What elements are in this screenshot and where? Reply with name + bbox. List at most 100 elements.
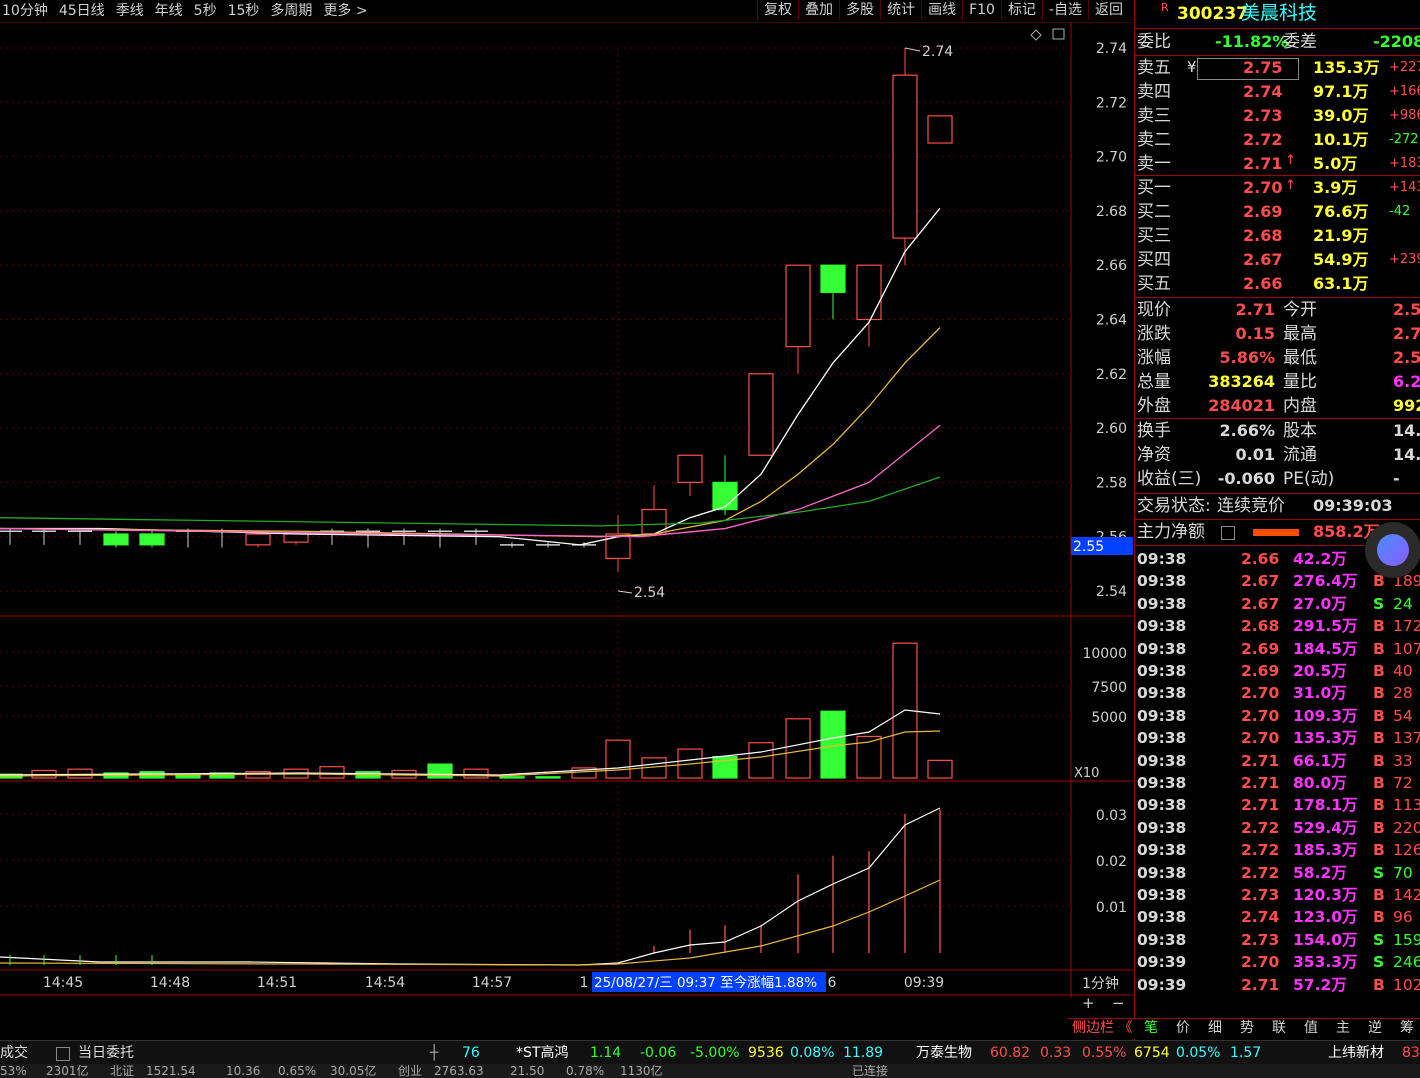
tick-row: 09:38 2.72 58.2万 S 70 <box>1135 862 1420 884</box>
tool-button-5[interactable]: F10 <box>962 0 1001 20</box>
ticker-name-2[interactable]: 万泰生物 <box>916 1043 972 1063</box>
tick-price: 2.70 <box>1241 706 1280 725</box>
period-tab-7[interactable]: 更多 > <box>323 1 367 21</box>
ticker-name-3[interactable]: 上纬新材 <box>1328 1043 1384 1063</box>
asks-row[interactable]: 卖三 2.73 39.0万 +986 <box>1135 104 1420 128</box>
sidebar-tab-2[interactable]: 细 <box>1208 1019 1222 1038</box>
tick-row: 09:38 2.73 154.0万 S 159 <box>1135 929 1420 951</box>
stock-name[interactable]: 美晨科技 <box>1241 1 1317 25</box>
bids-price: 2.66 <box>1243 274 1283 293</box>
tool-buttons: 复权 叠加 多股 统计 画线 F10 标记 -自选 返回 <box>757 0 1129 20</box>
quote-value: 284021 <box>1208 396 1275 415</box>
sidebar-tab-6[interactable]: 主 <box>1336 1019 1350 1038</box>
orders-tab[interactable]: 当日委托 <box>78 1043 134 1063</box>
tick-volume: 120.3万 <box>1293 886 1358 904</box>
tool-button-4[interactable]: 画线 <box>921 0 962 20</box>
bids-label: 买三 <box>1137 226 1171 246</box>
sidebar-tab-0[interactable]: 笔 <box>1144 1019 1158 1038</box>
asks-row[interactable]: 卖一 2.71 5.0万 +183 <box>1135 152 1420 176</box>
price-tick: 2.60 <box>1096 421 1127 437</box>
period-tab-2[interactable]: 季线 <box>116 1 144 21</box>
volume-bar <box>748 742 774 779</box>
tool-button-3[interactable]: 统计 <box>880 0 921 20</box>
bids-row[interactable]: 买三 2.68 21.9万 <box>1135 224 1420 248</box>
fundamentals-value: 0.01 <box>1235 445 1275 464</box>
period-tab-4[interactable]: 5秒 <box>194 1 217 21</box>
tick-volume: 529.4万 <box>1293 818 1358 837</box>
fundamentals-label: 收益(三) <box>1137 469 1202 489</box>
period-tab-0[interactable]: 10分钟 <box>2 1 48 21</box>
tick-side: S <box>1373 930 1385 949</box>
tool-button-2[interactable]: 多股 <box>839 0 880 20</box>
toggle-icon[interactable]: ┼ <box>430 1043 438 1063</box>
tool-button-7[interactable]: -自选 <box>1041 0 1088 20</box>
sidebar-tab-5[interactable]: 值 <box>1304 1019 1318 1038</box>
tick-time: 09:38 <box>1137 796 1187 815</box>
period-tab-1[interactable]: 45日线 <box>59 1 105 21</box>
kline-chart[interactable]: 2.74 2.54 2.74 2.72 2.70 2.68 2.66 2.64 2.62 2.6… <box>0 22 1133 1022</box>
tick-volume: 135.3万 <box>1293 729 1358 748</box>
asks-label: 卖三 <box>1137 106 1171 126</box>
sidebar-tabbar: 侧边栏 《 笔价细势联值主逆筹 <box>1068 1018 1420 1039</box>
volume-bar <box>785 718 811 779</box>
tick-price: 2.70 <box>1241 729 1280 748</box>
tick-time: 09:38 <box>1137 594 1187 613</box>
period-tab-3[interactable]: 年线 <box>155 1 183 21</box>
tick-price: 2.71 <box>1241 774 1280 792</box>
quote-value: 2.71 <box>1235 300 1275 319</box>
tick-side: S <box>1373 863 1385 882</box>
tick-volume: 57.2万 <box>1293 975 1347 994</box>
asks-row[interactable]: 卖二 2.72 10.1万 -272 <box>1135 128 1420 152</box>
bids-row[interactable]: 买一 2.70 3.9万 +143 <box>1135 176 1420 200</box>
period-tab-5[interactable]: 15秒 <box>228 1 260 21</box>
ma10-line <box>0 327 941 538</box>
ind-line-white <box>0 807 941 966</box>
period-tab-6[interactable]: 多周期 <box>270 1 312 21</box>
tick-row: 09:38 2.70 135.3万 B 137 <box>1135 727 1420 749</box>
chart-grid <box>0 22 1133 998</box>
tick-count: 72 <box>1393 774 1413 792</box>
assistant-button[interactable] <box>1365 522 1420 578</box>
tick-count: 70 <box>1393 863 1413 882</box>
tick-price: 2.66 <box>1241 550 1280 568</box>
fundamentals-row: 换手 2.66% 股本 14.4亿 <box>1135 419 1420 443</box>
tick-side: B <box>1373 886 1385 904</box>
sidebar-tab-1[interactable]: 价 <box>1176 1019 1190 1038</box>
tool-button-6[interactable]: 标记 <box>1000 0 1042 20</box>
fundamentals-label: PE(动) <box>1283 469 1335 489</box>
asks-row[interactable]: 卖四 2.74 97.1万 +1664 <box>1135 80 1420 104</box>
asks-volume: 5.0万 <box>1313 154 1358 173</box>
asks-label: 卖四 <box>1137 82 1171 102</box>
sidebar-tab-4[interactable]: 联 <box>1272 1019 1286 1038</box>
bids-row[interactable]: 买二 2.69 76.6万 -42 <box>1135 200 1420 224</box>
ind-tick-label: 0.01 <box>1096 900 1127 916</box>
trades-tab[interactable]: 成交 <box>0 1043 28 1063</box>
tick-volume: 109.3万 <box>1293 706 1358 725</box>
ticker-name-1[interactable]: *ST高鸿 <box>516 1043 568 1063</box>
tick-volume: 58.2万 <box>1293 863 1347 882</box>
sidebar-tab-8[interactable]: 筹 <box>1400 1019 1414 1038</box>
tool-button-0[interactable]: 复权 <box>757 0 798 20</box>
tick-price: 2.72 <box>1241 841 1280 860</box>
sidebar-tab-7[interactable]: 逆 <box>1368 1019 1382 1038</box>
tool-button-1[interactable]: 叠加 <box>798 0 839 20</box>
bids-row[interactable]: 买四 2.67 54.9万 +239 <box>1135 248 1420 272</box>
bids-volume: 76.6万 <box>1313 202 1369 221</box>
tick-row: 09:38 2.72 529.4万 B 220 <box>1135 817 1420 839</box>
tick-volume: 42.2万 <box>1293 550 1347 568</box>
tool-button-8[interactable]: 返回 <box>1088 0 1129 20</box>
bids-row[interactable]: 买五 2.66 63.1万 <box>1135 272 1420 296</box>
candle-body <box>785 264 811 348</box>
asks-price: 2.73 <box>1243 106 1283 125</box>
quote-value: 2.55 <box>1393 300 1420 319</box>
asks-change: +227 <box>1389 60 1420 75</box>
sidebar-tab-3[interactable]: 势 <box>1240 1019 1254 1038</box>
tick-volume: 353.3万 <box>1293 953 1358 972</box>
fundamentals-label: 净资 <box>1137 445 1171 465</box>
bids-change: -42 <box>1389 204 1411 219</box>
sidebar-toggle[interactable]: 侧边栏 《 <box>1072 1019 1132 1038</box>
fundamentals-row: 收益(三) -0.060 PE(动) - <box>1135 467 1420 491</box>
tick-side: S <box>1373 594 1385 613</box>
tick-row: 09:38 2.71 80.0万 B 72 <box>1135 772 1420 794</box>
vol-tick: 5000 <box>1091 710 1127 726</box>
